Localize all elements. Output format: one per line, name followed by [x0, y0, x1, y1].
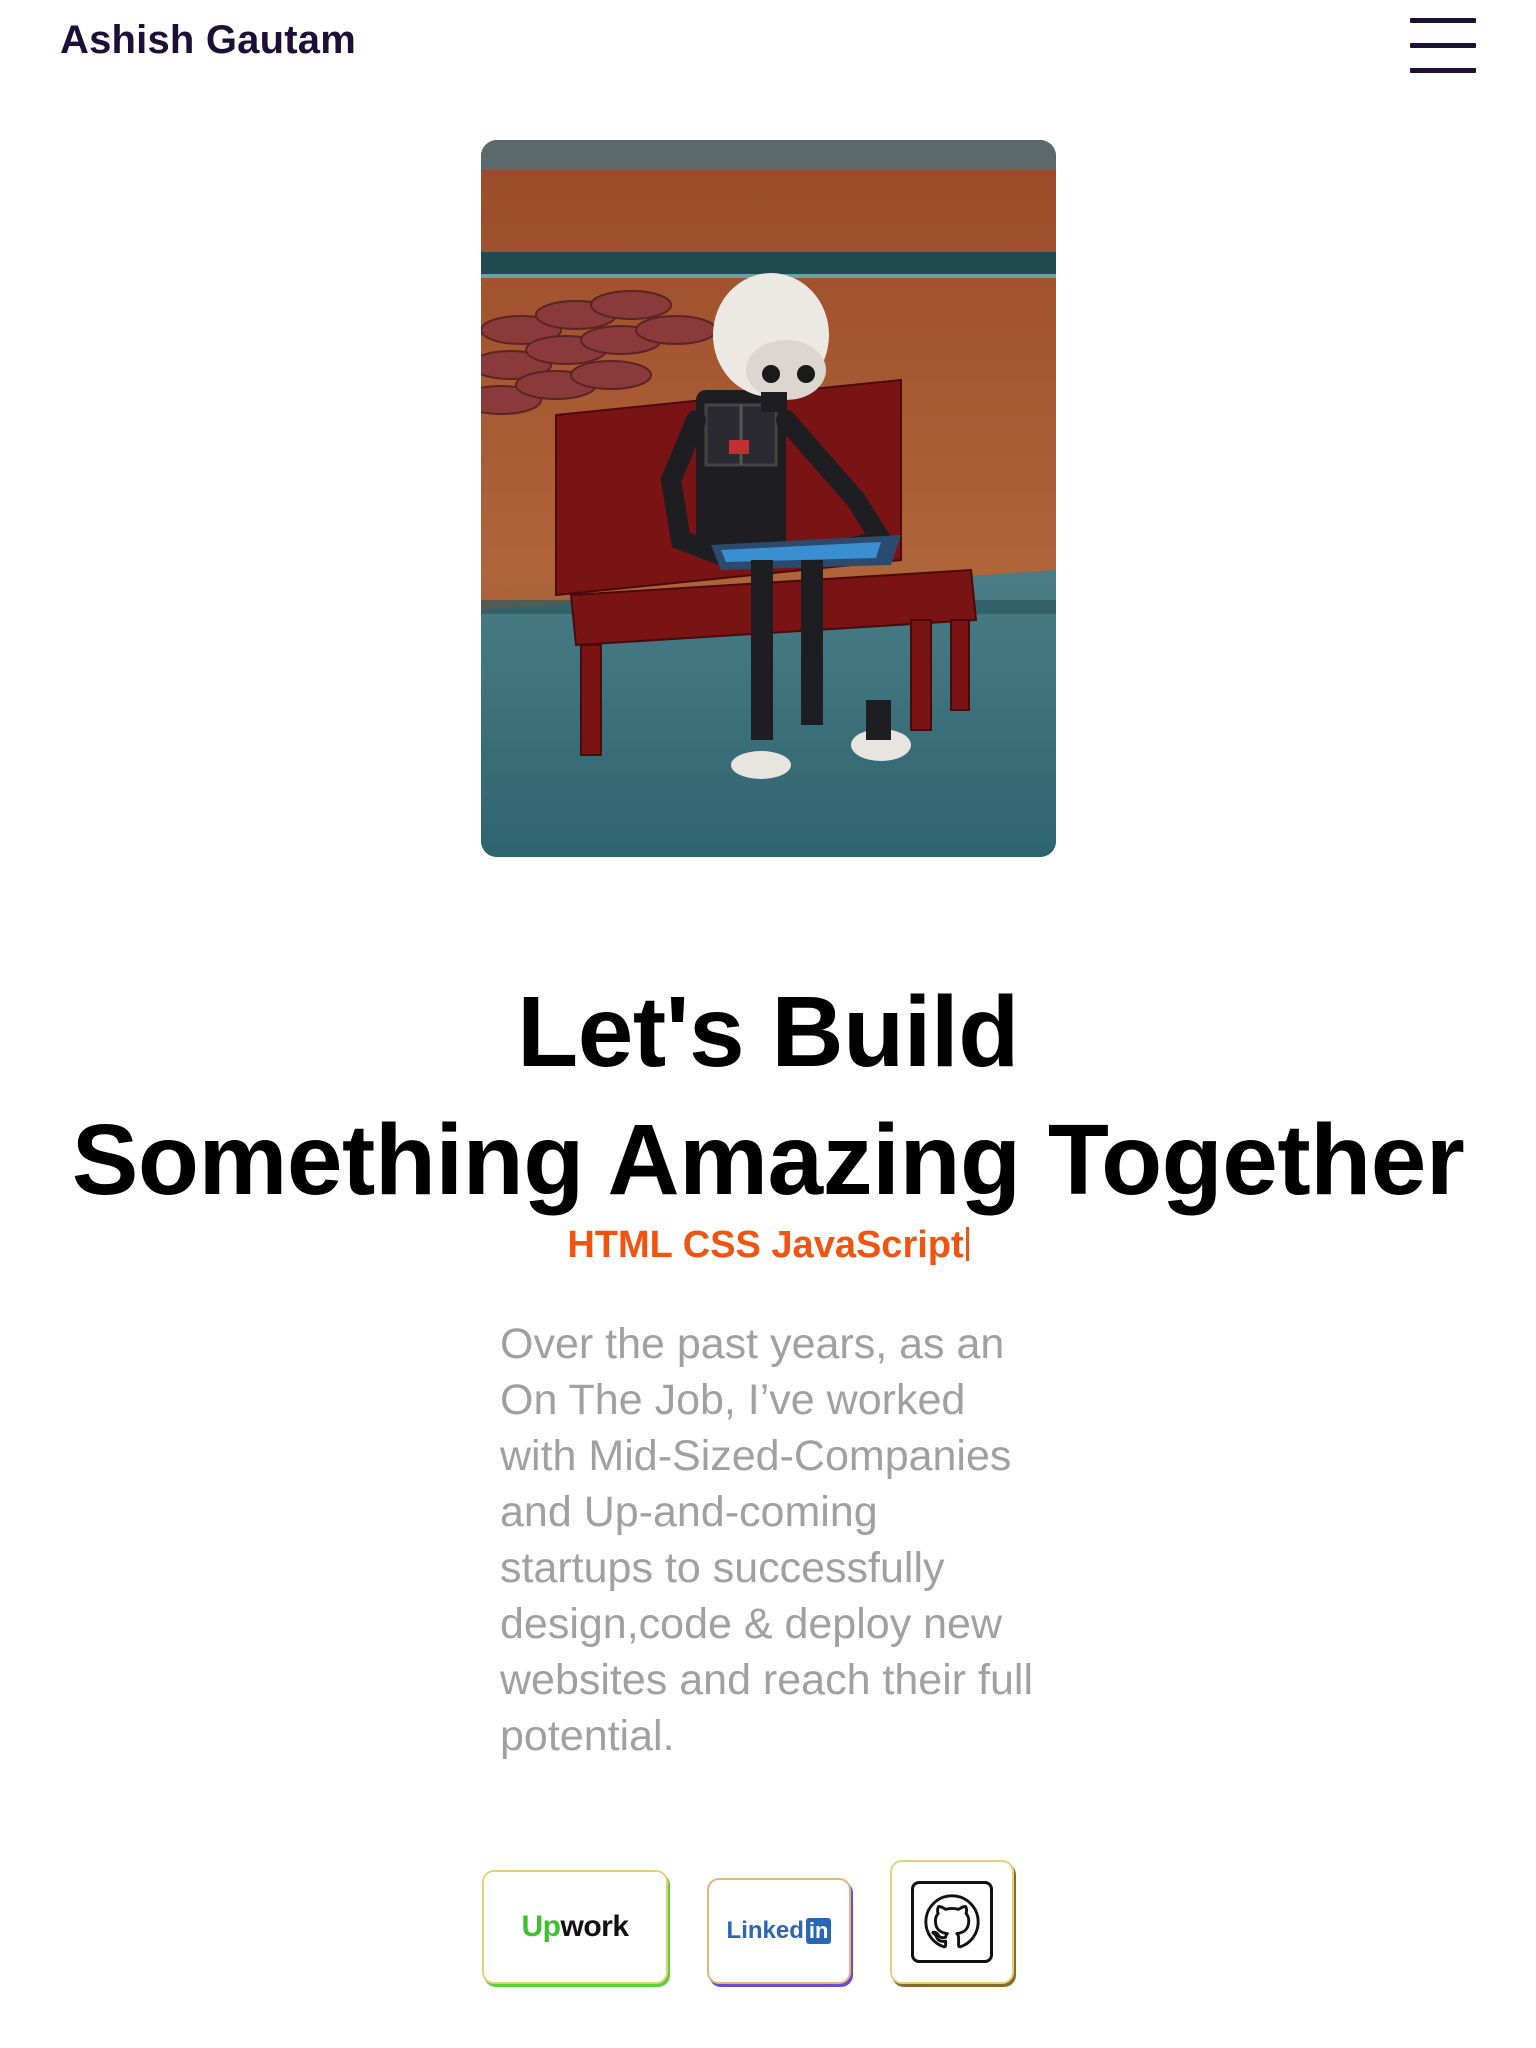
upwork-logo-work: work — [560, 1910, 629, 1943]
github-logo-icon — [911, 1881, 993, 1963]
upwork-logo-icon: Upwork — [521, 1910, 629, 1944]
linkedin-logo-in: in — [805, 1918, 832, 1944]
menu-line — [1410, 68, 1476, 73]
hero-headline: Let's Build Something Amazing Together — [0, 968, 1536, 1224]
github-button[interactable] — [890, 1860, 1014, 1984]
upwork-logo-up: Up — [521, 1910, 561, 1943]
skills-text: HTML CSS JavaScript — [567, 1224, 964, 1266]
linkedin-logo-icon: Linked in — [727, 1917, 832, 1945]
intro-paragraph: Over the past years, as an On The Job, I… — [500, 1320, 1034, 1760]
menu-line — [1410, 18, 1476, 23]
linkedin-button[interactable]: Linked in — [707, 1878, 851, 1984]
headline-line-1: Let's Build — [517, 976, 1019, 1088]
typed-skills: HTML CSS JavaScript — [0, 1224, 1536, 1267]
robot-reading-on-bench-image — [481, 140, 1056, 857]
upwork-button[interactable]: Upwork — [482, 1870, 668, 1984]
menu-line — [1410, 43, 1476, 48]
brand-name[interactable]: Ashish Gautam — [60, 18, 356, 63]
hamburger-menu-icon[interactable] — [1410, 18, 1476, 74]
linkedin-logo-text: Linked — [726, 1917, 804, 1944]
hero-image — [481, 140, 1056, 857]
typing-caret — [965, 1227, 969, 1261]
headline-line-2: Something Amazing Together — [71, 1104, 1465, 1216]
